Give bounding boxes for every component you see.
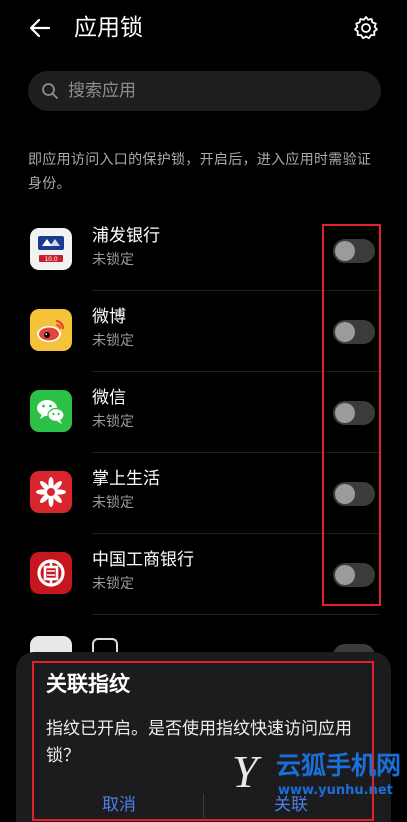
- toggles-highlight-box: [322, 224, 381, 606]
- weibo-icon: [30, 309, 72, 351]
- app-status: 未锁定: [92, 414, 134, 430]
- search-bar[interactable]: 搜索应用: [28, 71, 381, 111]
- app-status: 未锁定: [92, 333, 134, 349]
- svg-text:10.0: 10.0: [44, 256, 58, 263]
- header: 应用锁: [0, 0, 407, 56]
- description-text: 即应用访问入口的保护锁，开启后，进入应用时需验证身份。: [28, 152, 372, 192]
- watermark-logo: Y: [232, 746, 258, 797]
- back-arrow-icon[interactable]: [26, 14, 54, 42]
- zhangshang-shenghuo-icon: [30, 471, 72, 513]
- app-name: 浦发银行: [92, 226, 160, 246]
- divider: [92, 614, 379, 615]
- icbc-icon: [30, 552, 72, 594]
- app-name: 微信: [92, 388, 126, 408]
- search-placeholder: 搜索应用: [68, 81, 136, 101]
- app-status: 未锁定: [92, 576, 134, 592]
- app-name: 微博: [92, 307, 126, 327]
- app-status: 未锁定: [92, 495, 134, 511]
- app-status: 未锁定: [92, 252, 134, 268]
- watermark-url: www.yunhu.net: [278, 783, 393, 798]
- watermark-brand: 云狐手机网: [276, 751, 402, 780]
- page-title: 应用锁: [74, 15, 143, 41]
- spdb-bank-icon: 10.0: [30, 228, 72, 270]
- app-name: 掌上生活: [92, 469, 160, 489]
- wechat-icon: [30, 390, 72, 432]
- app-name: 中国工商银行: [92, 550, 194, 570]
- gear-icon[interactable]: [352, 14, 380, 42]
- search-icon: [42, 83, 58, 99]
- watermark: Y 云狐手机网 www.yunhu.net: [214, 722, 407, 814]
- app-name-partial: [92, 638, 118, 652]
